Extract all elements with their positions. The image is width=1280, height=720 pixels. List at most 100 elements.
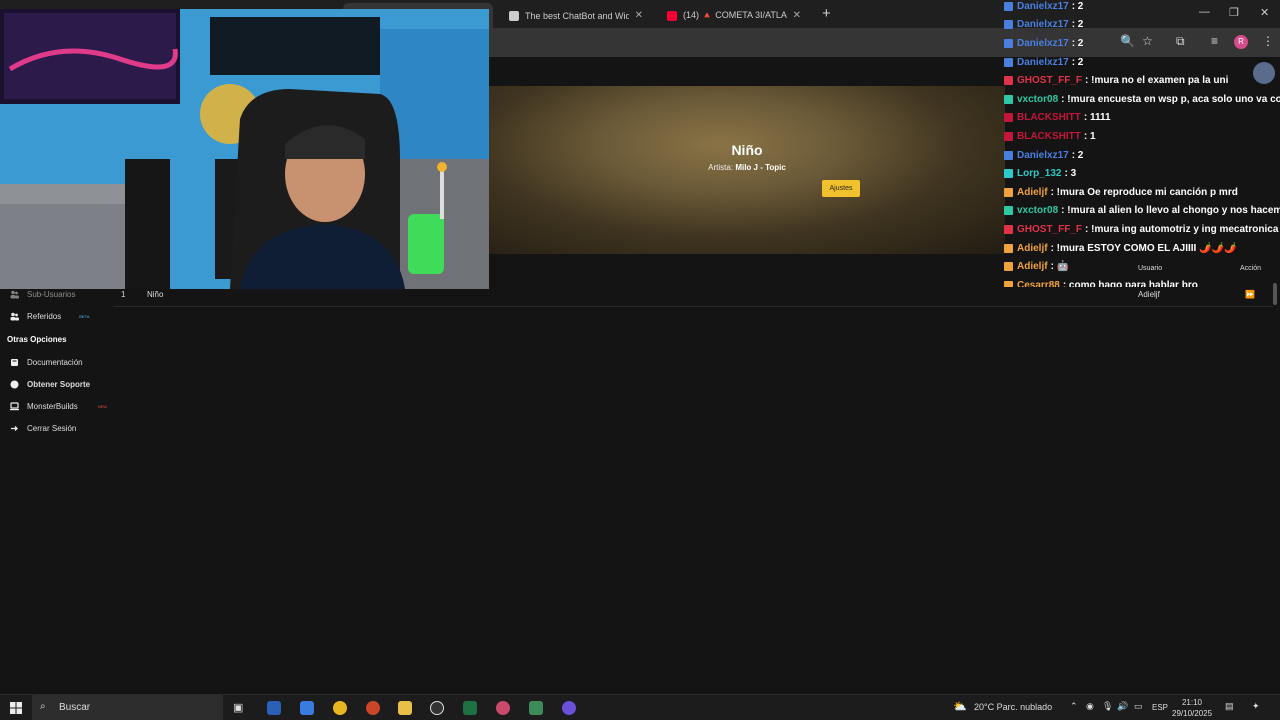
chat-text: : 2 (1071, 149, 1084, 161)
clock[interactable]: 21:10 29/10/2025 (1172, 697, 1212, 719)
chat-message: vxctor08: !mura encuesta en wsp p, aca s… (1004, 90, 1280, 109)
sidebar-item-referidos[interactable]: Referidos BETA (0, 305, 112, 327)
tab-title: (14) 🔺 COMETA 3I/ATLAS HOY (683, 10, 787, 20)
calculator-icon[interactable] (529, 701, 543, 715)
chat-text: : como hago para hablar bro (1062, 279, 1198, 287)
powerpoint-icon[interactable] (366, 701, 380, 715)
sidebar-item-label: MonsterBuilds (27, 401, 78, 411)
clock-date: 29/10/2025 (1172, 709, 1213, 718)
chat-message: Danielxz17: 2 (1004, 0, 1280, 16)
chat-message: BLACKSHITT: 1 (1004, 127, 1280, 146)
chrome-icon[interactable] (333, 701, 347, 715)
chat-avatar (1253, 62, 1275, 84)
windows-start-icon[interactable] (10, 701, 24, 715)
chat-text: : !mura al alien lo llevo al chongo y no… (1061, 205, 1280, 217)
weather-icon[interactable]: ⛅ (953, 700, 967, 713)
chat-message: Danielxz17: 2 (1004, 53, 1280, 72)
user-badge-icon (1004, 187, 1013, 197)
new-tab-button[interactable]: + (822, 5, 831, 22)
chat-username[interactable]: Cesarr88 (1017, 280, 1060, 287)
file-explorer-icon[interactable] (398, 701, 412, 715)
sidebar-item-label: Obtener Soporte (27, 379, 91, 389)
obs-icon[interactable] (430, 701, 444, 715)
chat-username[interactable]: Adieljf (1017, 243, 1048, 254)
discord-icon[interactable] (562, 701, 576, 715)
chat-username[interactable]: BLACKSHITT (1017, 131, 1081, 142)
chat-overlay: Danielxz17: 2 Danielxz17: 2 Danielxz17: 2D… (1004, 0, 1280, 287)
chat-message: vxctor08: !mura al alien lo llevo al cho… (1004, 202, 1280, 221)
chat-message: Adieljf: 🤖 (1004, 257, 1280, 276)
sidebar-item-logout[interactable]: Cerrar Sesión (0, 417, 112, 439)
chat-message: Adieljf: !mura ESTOY COMO EL AJIIII 🌶️🌶️… (1004, 239, 1280, 258)
battery-icon[interactable]: ▭ (1134, 701, 1143, 712)
tab-close-icon[interactable]: ✕ (635, 10, 643, 21)
sidebar-item-soporte[interactable]: Obtener Soporte (0, 373, 112, 395)
chat-username[interactable]: Adieljf (1017, 187, 1048, 198)
tab-close-icon[interactable]: ✕ (793, 10, 801, 21)
sidebar-item-monsterbuilds[interactable]: MonsterBuilds NEW (0, 395, 112, 417)
chat-text: : 2 (1071, 19, 1084, 31)
artist-name: Milo J - Topic (735, 163, 786, 172)
user-badge-icon (1004, 280, 1013, 287)
tab-title: The best ChatBot and Widgets (525, 10, 629, 21)
chat-username[interactable]: BLACKSHITT (1017, 112, 1081, 123)
queue-index: 1 (121, 290, 126, 299)
chat-username[interactable]: Adieljf (1017, 261, 1048, 272)
user-badge-icon (1004, 206, 1013, 216)
chevron-up-icon[interactable]: ⌃ (1070, 701, 1078, 712)
chat-username[interactable]: Danielxz17 (1017, 38, 1069, 49)
chat-text: : 1 (1083, 130, 1096, 142)
skip-button[interactable]: ⏩ (1245, 290, 1255, 299)
word-icon[interactable] (267, 701, 281, 715)
chat-username[interactable]: Danielxz17 (1017, 150, 1069, 161)
excel-icon[interactable] (463, 701, 477, 715)
chat-username[interactable]: Danielxz17 (1017, 57, 1069, 68)
screen: Stream - Kick Dashboard✕(14) Kanal G - F… (0, 0, 1280, 720)
chat-username[interactable]: Danielxz17 (1017, 1, 1069, 12)
sidebar-item-label: Cerrar Sesión (27, 423, 77, 433)
chat-text: : 2 (1071, 0, 1084, 12)
queue-row: 1 Niño Adieljf ⏩ (113, 287, 1273, 307)
monitor-icon (10, 401, 19, 411)
volume-icon[interactable]: 🔊 (1117, 701, 1128, 712)
user-badge-icon (1004, 224, 1013, 234)
user-badge-icon (1004, 262, 1013, 272)
wifi-icon[interactable]: ◉ (1086, 701, 1094, 712)
user-badge-icon (1004, 169, 1013, 179)
mic-icon[interactable]: 🎙 (1102, 701, 1113, 712)
clock-time: 21:10 (1181, 698, 1203, 707)
language-indicator[interactable]: ESP (1152, 703, 1168, 712)
users-icon (10, 290, 19, 299)
sidebar-item-documentacion[interactable]: Documentación (0, 351, 112, 373)
user-badge-icon (1004, 76, 1013, 86)
taskbar-search[interactable]: ⌕ Buscar (32, 695, 223, 720)
chat-username[interactable]: Lorp_132 (1017, 168, 1061, 179)
user-badge-icon (1004, 150, 1013, 160)
sidebar: Sub-Usuarios Referidos BETA Otras Opcion… (0, 283, 112, 439)
artist-label: Artista: (708, 163, 734, 172)
chat-username[interactable]: vxctor08 (1017, 94, 1058, 105)
store-icon[interactable] (300, 701, 314, 715)
logout-icon (10, 424, 19, 433)
song-title: Niño (731, 142, 763, 158)
new-badge: NEW (97, 403, 108, 409)
beta-badge: BETA (79, 313, 90, 319)
browser-tab[interactable]: (14) 🔺 COMETA 3I/ATLAS HOY ✕ (659, 3, 809, 28)
chat-username[interactable]: GHOST_FF_F (1017, 75, 1082, 86)
chat-message: Adieljf: !mura Oe reproduce mi canción p… (1004, 183, 1280, 202)
user-badge-icon (1004, 38, 1013, 48)
chat-message: Danielxz17: 2 (1004, 16, 1280, 35)
browser-tab[interactable]: The best ChatBot and Widgets ✕ (501, 3, 651, 28)
copilot-icon[interactable]: ✦ (1252, 701, 1260, 712)
chat-username[interactable]: GHOST_FF_F (1017, 224, 1082, 235)
settings-button[interactable]: Ajustes (822, 180, 860, 197)
chrome-profile-icon[interactable] (496, 701, 510, 715)
notifications-icon[interactable]: ▤ (1225, 701, 1234, 712)
search-icon: ⌕ (40, 701, 46, 712)
user-badge-icon (1004, 20, 1013, 30)
chat-username[interactable]: Danielxz17 (1017, 19, 1069, 30)
weather-text[interactable]: 20°C Parc. nublado (974, 702, 1052, 712)
chat-message: GHOST_FF_F: !mura no el examen pa la uni (1004, 71, 1280, 90)
chat-username[interactable]: vxctor08 (1017, 205, 1058, 216)
task-view-icon[interactable]: ▣ (233, 701, 247, 715)
